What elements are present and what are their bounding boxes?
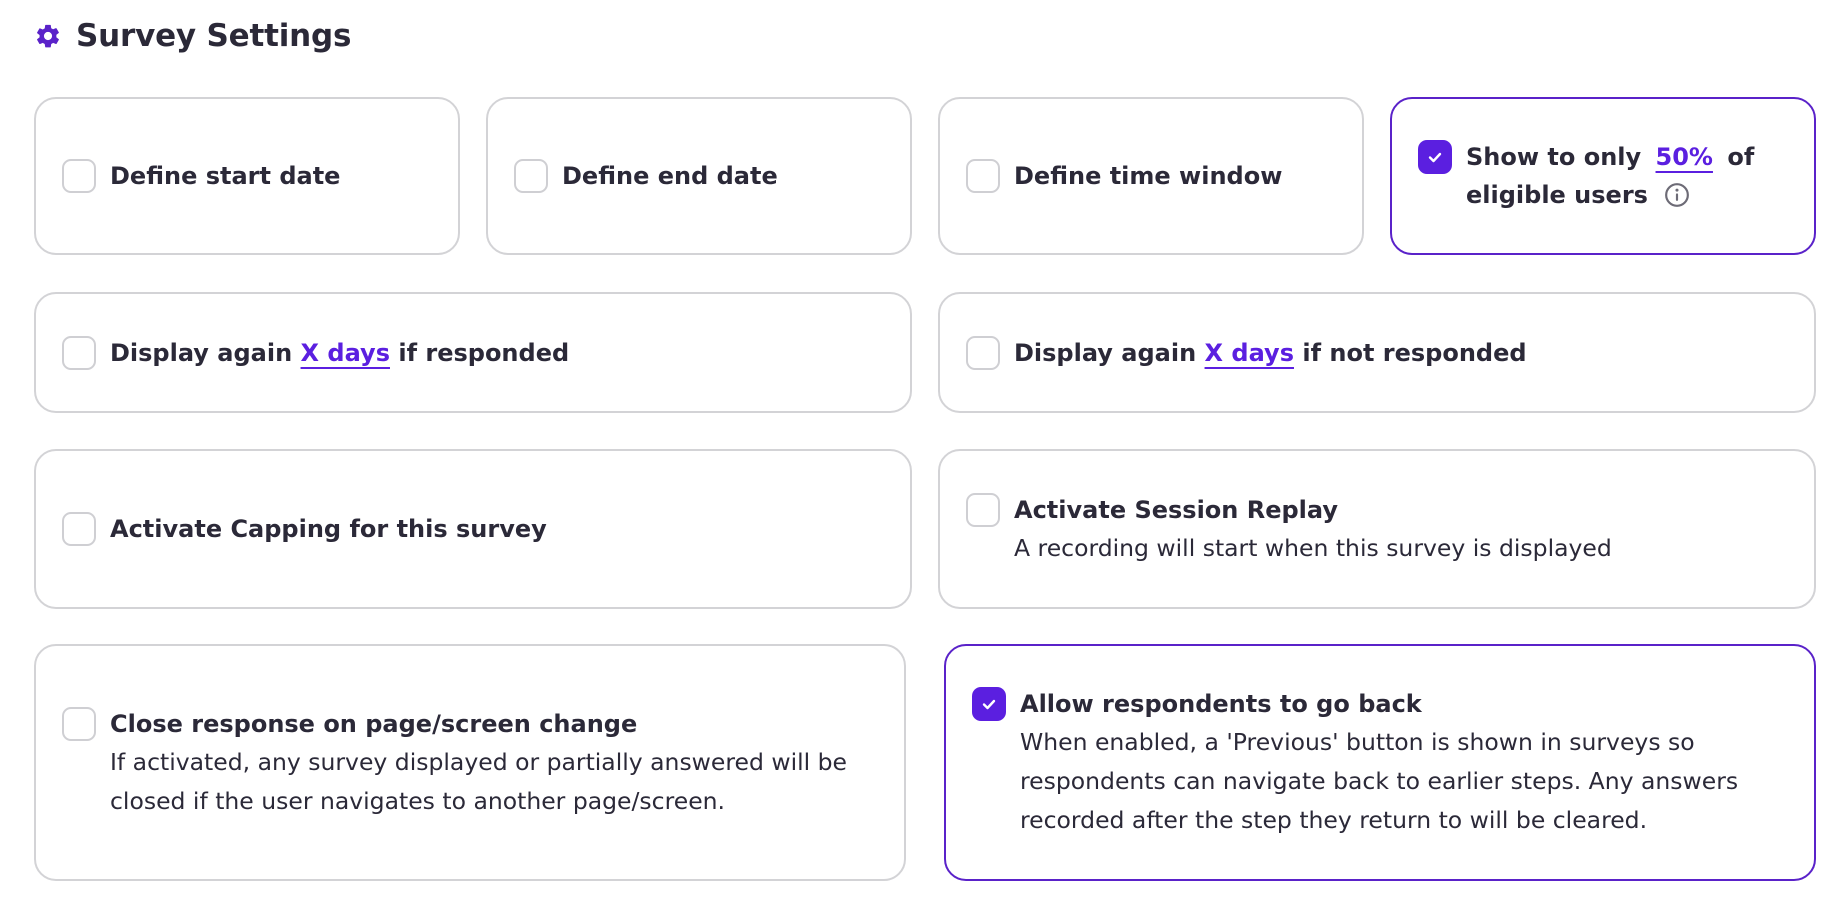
capping-checkbox[interactable] bbox=[62, 512, 96, 546]
start-date-card[interactable]: Define start date bbox=[34, 97, 460, 255]
display-again-responded-checkbox[interactable] bbox=[62, 335, 96, 370]
go-back-description-line-1: When enabled, a 'Previous' button is sho… bbox=[1020, 728, 1695, 756]
end-date-checkbox[interactable] bbox=[514, 159, 548, 193]
check-icon bbox=[982, 699, 996, 710]
session-replay-label: Activate Session Replay bbox=[1014, 495, 1338, 524]
session-replay-description: A recording will start when this survey … bbox=[1014, 533, 1612, 562]
end-date-label: Define end date bbox=[562, 162, 778, 190]
time-window-label: Define time window bbox=[1014, 162, 1283, 190]
display-again-responded-card[interactable]: Display again X days if responded bbox=[34, 292, 912, 413]
close-response-checkbox[interactable] bbox=[62, 706, 96, 741]
eligible-users-label: eligible users bbox=[1466, 176, 1754, 214]
info-icon[interactable] bbox=[1664, 182, 1690, 208]
not-responded-days-link[interactable]: X days bbox=[1205, 339, 1294, 367]
survey-settings-page: Survey Settings Define start date Define… bbox=[0, 0, 1848, 914]
close-response-label: Close response on page/screen change bbox=[110, 709, 638, 738]
show-to-only-checkbox[interactable] bbox=[1418, 140, 1452, 174]
close-response-description-line-2: closed if the user navigates to another … bbox=[110, 786, 726, 815]
session-replay-checkbox[interactable] bbox=[966, 492, 1000, 527]
time-window-card[interactable]: Define time window bbox=[938, 97, 1364, 255]
responded-days-link[interactable]: X days bbox=[301, 339, 390, 367]
percentage-link[interactable]: 50% bbox=[1656, 143, 1713, 171]
check-icon bbox=[1428, 152, 1442, 163]
close-response-description-line-1: If activated, any survey displayed or pa… bbox=[110, 747, 848, 776]
end-date-card[interactable]: Define end date bbox=[486, 97, 912, 255]
close-response-card[interactable]: Close response on page/screen change If … bbox=[34, 644, 906, 881]
go-back-card[interactable]: Allow respondents to go back When enable… bbox=[944, 644, 1816, 881]
show-to-only-label: Show to only 50% of bbox=[1466, 143, 1755, 171]
time-window-checkbox[interactable] bbox=[966, 159, 1000, 193]
go-back-checkbox[interactable] bbox=[972, 687, 1006, 721]
go-back-description-line-3: recorded after the step they return to w… bbox=[1020, 806, 1648, 834]
start-date-label: Define start date bbox=[110, 162, 341, 190]
display-again-not-responded-checkbox[interactable] bbox=[966, 335, 1000, 370]
display-again-not-responded-card[interactable]: Display again X days if not responded bbox=[938, 292, 1816, 413]
capping-card[interactable]: Activate Capping for this survey bbox=[34, 449, 912, 609]
section-header: Survey Settings bbox=[34, 18, 351, 54]
go-back-description-line-2: respondents can navigate back to earlier… bbox=[1020, 767, 1739, 795]
display-again-not-responded-label: Display again X days if not responded bbox=[1014, 338, 1527, 367]
show-to-only-card[interactable]: Show to only 50% of eligible users bbox=[1390, 97, 1816, 255]
go-back-label: Allow respondents to go back bbox=[1020, 690, 1422, 718]
page-title: Survey Settings bbox=[76, 18, 352, 54]
start-date-checkbox[interactable] bbox=[62, 159, 96, 193]
display-again-responded-label: Display again X days if responded bbox=[110, 338, 570, 367]
capping-label: Activate Capping for this survey bbox=[110, 515, 547, 543]
session-replay-card[interactable]: Activate Session Replay A recording will… bbox=[938, 449, 1816, 609]
gear-icon bbox=[37, 24, 59, 48]
